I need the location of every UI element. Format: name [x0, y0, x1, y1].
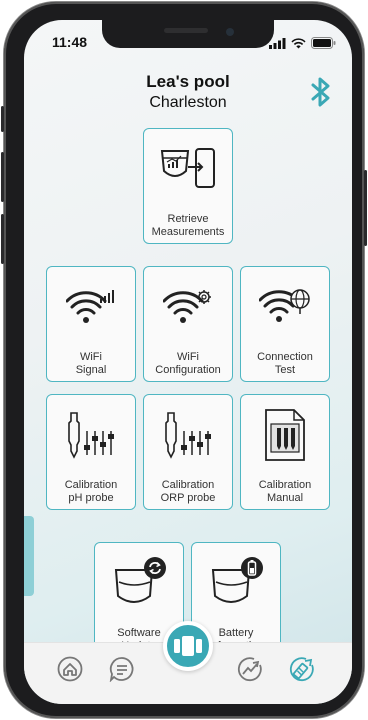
- home-icon[interactable]: [56, 655, 84, 683]
- status-icons: [269, 37, 336, 49]
- page-header: Lea's pool Charleston: [24, 72, 352, 112]
- retrieve-measurements-label: Retrieve Measurements: [151, 213, 225, 238]
- chat-icon[interactable]: [108, 655, 136, 683]
- device-center-icon: [174, 636, 202, 656]
- wifi-signal-label: WiFi Signal: [75, 351, 107, 376]
- calibration-ph-tile[interactable]: Calibration pH probe: [46, 394, 136, 510]
- device-sync-icon: [108, 555, 170, 611]
- calibration-manual-tile[interactable]: Calibration Manual: [240, 394, 330, 510]
- page-title: Lea's pool: [146, 72, 230, 91]
- device-battery-icon: [205, 555, 267, 611]
- calibration-orp-label: Calibration ORP probe: [160, 479, 216, 504]
- device-center-button[interactable]: [163, 621, 213, 671]
- volume-up-button: [1, 152, 4, 202]
- wifi-globe-icon: [254, 279, 316, 335]
- bluetooth-icon[interactable]: [310, 76, 332, 113]
- calibration-orp-tile[interactable]: Calibration ORP probe: [143, 394, 233, 510]
- notch: [102, 20, 274, 48]
- calibration-ph-label: Calibration pH probe: [64, 479, 118, 504]
- retrieve-measurements-icon: [157, 141, 219, 197]
- wifi-configuration-tile[interactable]: WiFi Configuration: [143, 266, 233, 382]
- signal-icon: [269, 37, 286, 49]
- side-drawer-handle[interactable]: [24, 516, 34, 596]
- connection-test-label: Connection Test: [257, 351, 313, 376]
- page-subtitle: Charleston: [149, 94, 227, 111]
- wifi-icon: [291, 37, 306, 48]
- probe-sliders-icon: [157, 407, 219, 463]
- speaker-grille: [164, 28, 208, 33]
- wifi-signal-icon: [60, 279, 122, 335]
- phone-frame: 11:48 Lea's pool Charleston Retrieve Mea…: [1, 2, 367, 718]
- trend-icon[interactable]: [236, 655, 264, 683]
- connection-test-tile[interactable]: Connection Test: [240, 266, 330, 382]
- power-button: [364, 170, 367, 246]
- probe-sliders-icon: [60, 407, 122, 463]
- mute-switch: [1, 106, 4, 132]
- manual-document-icon: [254, 407, 316, 463]
- status-time: 11:48: [52, 34, 88, 50]
- wifi-gear-icon: [157, 279, 219, 335]
- wifi-configuration-label: WiFi Configuration: [155, 351, 221, 376]
- battery-icon: [311, 37, 336, 49]
- wifi-signal-tile[interactable]: WiFi Signal: [46, 266, 136, 382]
- calibration-manual-label: Calibration Manual: [258, 479, 312, 504]
- retrieve-measurements-tile[interactable]: Retrieve Measurements: [143, 128, 233, 244]
- tools-icon[interactable]: [288, 655, 316, 683]
- front-camera: [226, 28, 234, 36]
- volume-down-button: [1, 214, 4, 264]
- app-screen: 11:48 Lea's pool Charleston Retrieve Mea…: [24, 20, 352, 704]
